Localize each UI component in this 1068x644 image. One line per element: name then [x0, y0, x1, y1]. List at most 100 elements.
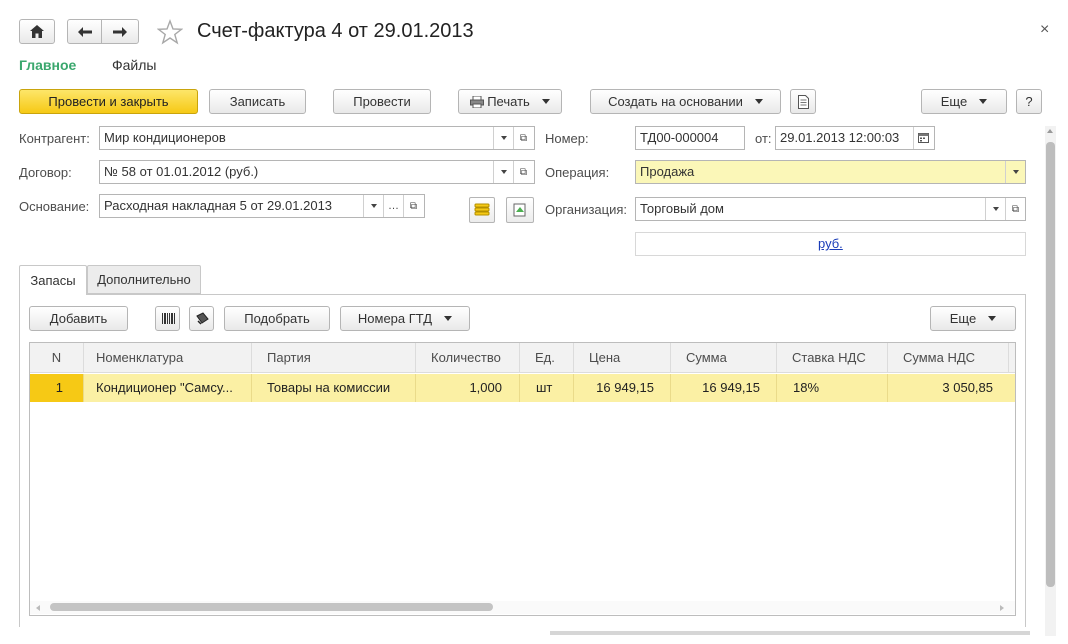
tab-additional[interactable]: Дополнительно: [87, 265, 201, 294]
number-label: Номер:: [545, 131, 589, 146]
chevron-down-icon: [541, 99, 550, 104]
home-button[interactable]: [19, 19, 55, 44]
scroll-left-icon[interactable]: [36, 605, 40, 611]
counterparty-field[interactable]: Мир кондиционеров ⧉: [99, 126, 535, 150]
cell-quantity[interactable]: 1,000: [416, 374, 520, 402]
cell-unit[interactable]: шт: [520, 374, 574, 402]
post-button[interactable]: Провести: [333, 89, 431, 114]
tab-inventory[interactable]: Запасы: [19, 265, 87, 295]
cell-nomenclature[interactable]: Кондиционер "Самсу...: [84, 374, 252, 402]
basis-field[interactable]: Расходная накладная 5 от 29.01.2013 … ⧉: [99, 194, 425, 218]
add-button[interactable]: Добавить: [29, 306, 128, 331]
chevron-down-icon: [988, 316, 997, 321]
cell-price[interactable]: 16 949,15: [574, 374, 671, 402]
favorite-star-icon[interactable]: [156, 19, 184, 45]
operation-label: Операция:: [545, 165, 610, 180]
col-header-unit[interactable]: Ед.: [520, 343, 574, 373]
col-header-price[interactable]: Цена: [574, 343, 671, 373]
save-button[interactable]: Записать: [209, 89, 306, 114]
calendar-icon: [918, 133, 929, 143]
col-header-vat-rate[interactable]: Ставка НДС: [777, 343, 888, 373]
open-button[interactable]: ⧉: [513, 127, 533, 149]
col-header-nomenclature[interactable]: Номенклатура: [84, 343, 252, 373]
counterparty-label: Контрагент:: [19, 131, 90, 146]
scroll-up-icon[interactable]: [1047, 129, 1053, 133]
refresh-document-icon: [513, 203, 526, 217]
currency-link[interactable]: руб.: [818, 236, 843, 251]
horizontal-scrollbar[interactable]: [30, 601, 1015, 614]
contract-field[interactable]: № 58 от 01.01.2012 (руб.) ⧉: [99, 160, 535, 184]
add-label: Добавить: [49, 311, 108, 326]
footer-bar: [550, 631, 1030, 635]
operation-field[interactable]: Продажа: [635, 160, 1026, 184]
close-icon[interactable]: ×: [1040, 21, 1049, 39]
open-button[interactable]: ⧉: [1005, 198, 1025, 220]
nav-files[interactable]: Файлы: [112, 57, 156, 73]
print-button[interactable]: Печать: [458, 89, 562, 114]
cell-n[interactable]: 1: [30, 374, 84, 402]
open-button[interactable]: ⧉: [513, 161, 533, 183]
number-value: ТД00-000004: [640, 130, 719, 145]
basis-value: Расходная накладная 5 от 29.01.2013: [104, 198, 333, 213]
tab-additional-label: Дополнительно: [97, 272, 191, 287]
col-header-sum[interactable]: Сумма: [671, 343, 777, 373]
chevron-down-icon: [754, 99, 763, 104]
scrollbar-thumb[interactable]: [1046, 142, 1055, 587]
scanner-button[interactable]: [189, 306, 214, 331]
vertical-scrollbar[interactable]: [1045, 126, 1056, 636]
organization-field[interactable]: Торговый дом ⧉: [635, 197, 1026, 221]
dropdown-button[interactable]: [363, 195, 383, 217]
fill-by-basis-button[interactable]: [506, 197, 534, 223]
horizontal-scrollbar-thumb[interactable]: [50, 603, 493, 611]
organization-label: Организация:: [545, 202, 628, 217]
date-label: от:: [755, 131, 772, 146]
number-field[interactable]: ТД00-000004: [635, 126, 745, 150]
more-button[interactable]: Еще: [921, 89, 1007, 114]
post-and-close-button[interactable]: Провести и закрыть: [19, 89, 198, 114]
cell-vat-sum[interactable]: 3 050,85: [888, 374, 1009, 402]
cell-vat-rate[interactable]: 18%: [777, 374, 888, 402]
col-header-batch[interactable]: Партия: [252, 343, 416, 373]
stack-button[interactable]: [469, 197, 495, 223]
document-icon: [797, 94, 809, 109]
arrow-left-icon: [77, 26, 92, 37]
pick-button[interactable]: Подобрать: [224, 306, 330, 331]
dropdown-button[interactable]: [985, 198, 1005, 220]
document-report-button[interactable]: [790, 89, 816, 114]
calendar-button[interactable]: [913, 127, 933, 149]
nav-main[interactable]: Главное: [19, 57, 76, 73]
dropdown-button[interactable]: [493, 161, 513, 183]
back-button[interactable]: [67, 19, 102, 44]
chevron-down-icon: [444, 316, 453, 321]
help-button[interactable]: ?: [1016, 89, 1042, 114]
cell-sum[interactable]: 16 949,15: [671, 374, 777, 402]
open-icon: ⧉: [519, 166, 528, 178]
dropdown-button[interactable]: [493, 127, 513, 149]
open-button[interactable]: ⧉: [403, 195, 423, 217]
table-more-button[interactable]: Еще: [930, 306, 1016, 331]
col-header-quantity[interactable]: Количество: [416, 343, 520, 373]
open-icon: ⧉: [1011, 203, 1020, 215]
chevron-down-icon: [500, 136, 507, 140]
dropdown-button[interactable]: [1005, 161, 1025, 183]
col-header-vat-sum[interactable]: Сумма НДС: [888, 343, 1009, 373]
scanner-icon: [195, 312, 209, 325]
col-header-n[interactable]: N: [30, 343, 84, 373]
chevron-down-icon: [992, 207, 999, 211]
contract-value: № 58 от 01.01.2012 (руб.): [104, 164, 259, 179]
gtd-numbers-button[interactable]: Номера ГТД: [340, 306, 470, 331]
save-label: Записать: [229, 94, 286, 109]
barcode-button[interactable]: [155, 306, 180, 331]
chevron-down-icon: [500, 170, 507, 174]
printer-icon: [470, 95, 485, 108]
help-label: ?: [1025, 94, 1033, 109]
forward-button[interactable]: [101, 19, 139, 44]
arrow-right-icon: [113, 26, 127, 37]
create-based-on-button[interactable]: Создать на основании: [590, 89, 781, 114]
scroll-right-icon[interactable]: [1000, 605, 1004, 611]
cell-batch[interactable]: Товары на комиссии: [252, 374, 416, 402]
date-field[interactable]: 29.01.2013 12:00:03: [775, 126, 935, 150]
open-icon: ⧉: [409, 200, 418, 212]
select-button[interactable]: …: [383, 195, 403, 217]
post-label: Провести: [353, 94, 411, 109]
